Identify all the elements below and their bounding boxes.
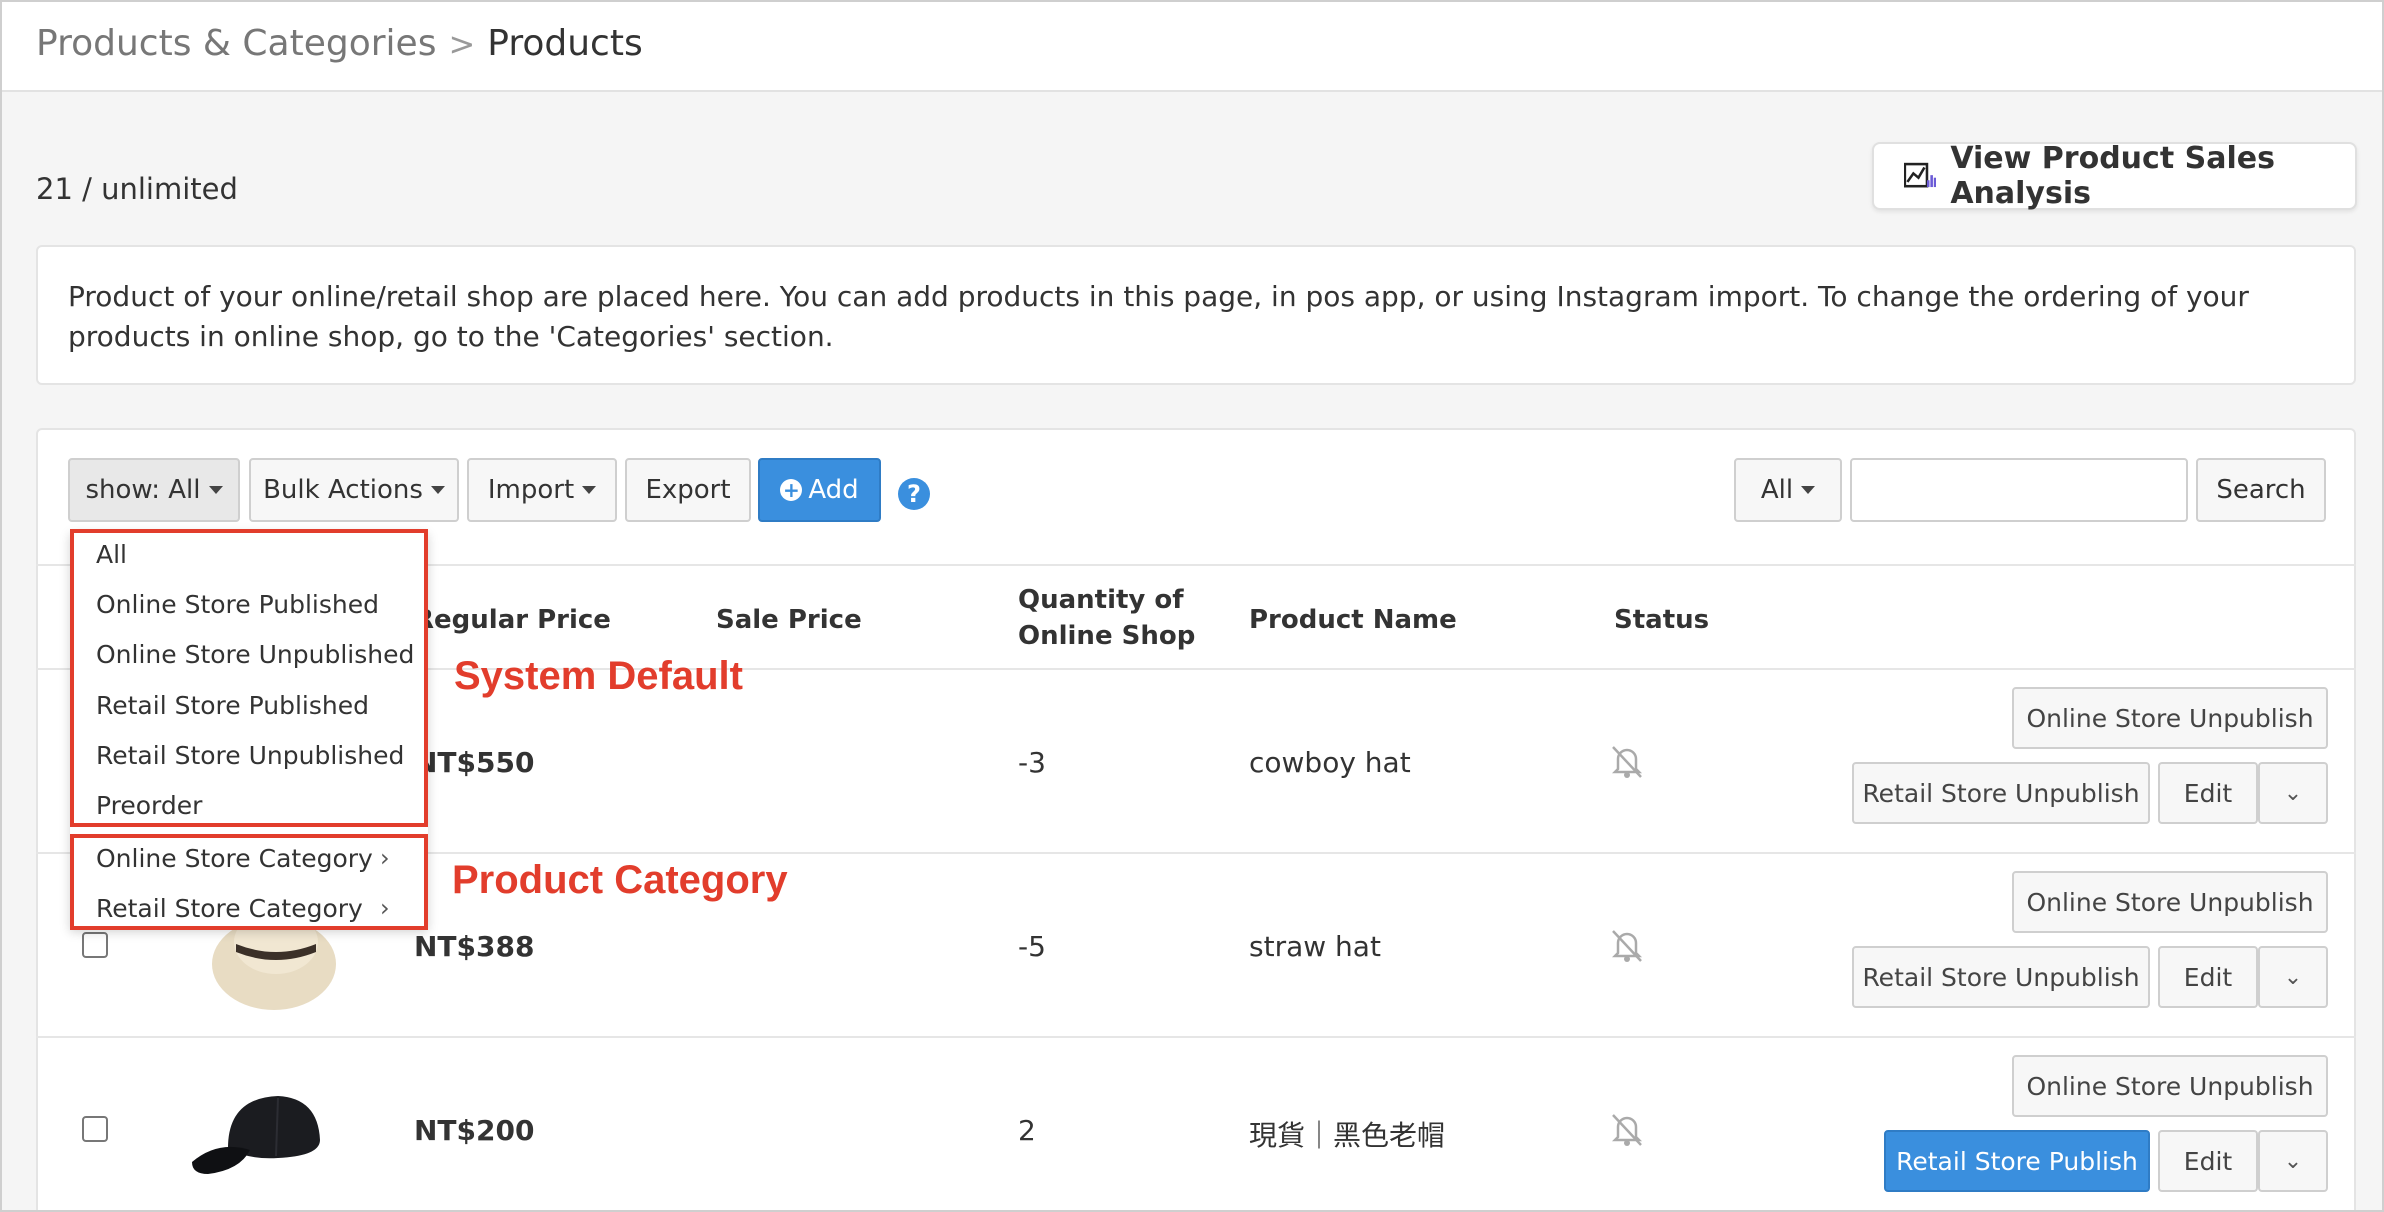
header-sale-price: Sale Price xyxy=(716,605,862,635)
chart-icon xyxy=(1904,162,1937,188)
system-default-annotation: System Default xyxy=(454,654,743,698)
show-filter-button[interactable]: show: All xyxy=(68,458,240,522)
plus-circle-icon: + xyxy=(780,479,803,501)
breadcrumb-parent-link[interactable]: Products & Categories xyxy=(36,23,436,64)
online-store-unpublish-button[interactable]: Online Store Unpublish xyxy=(2012,687,2328,749)
info-text: Product of your online/retail shop are p… xyxy=(68,280,2249,353)
info-panel: Product of your online/retail shop are p… xyxy=(36,245,2356,385)
row-menu-button[interactable]: ⌄ xyxy=(2258,762,2328,824)
menu-item-retail-store-category[interactable]: Retail Store Category xyxy=(96,894,363,923)
bell-slash-icon xyxy=(1611,930,1643,962)
bulk-actions-button[interactable]: Bulk Actions xyxy=(249,458,459,522)
app-frame: Products & Categories > Products 21 / unli… xyxy=(0,0,2384,1212)
menu-item-preorder[interactable]: Preorder xyxy=(96,791,202,820)
quantity: 2 xyxy=(1018,1114,1036,1147)
menu-item-all[interactable]: All xyxy=(96,540,127,569)
menu-item-retail-store-unpublished[interactable]: Retail Store Unpublished xyxy=(96,741,404,770)
page-title: Products xyxy=(487,23,643,64)
view-sales-analysis-label: View Product Sales Analysis xyxy=(1950,141,2275,211)
caret-down-icon xyxy=(430,486,445,494)
chevron-down-icon: ⌄ xyxy=(2283,1148,2303,1174)
caret-down-icon xyxy=(1801,486,1816,494)
export-label: Export xyxy=(645,475,731,505)
retail-store-button-label: Retail Store Publish xyxy=(1896,1146,2138,1176)
retail-store-unpublish-button[interactable]: Retail Store Unpublish xyxy=(1852,762,2150,824)
table-row: NT$200 2 現貨｜黑色老帽 Online Store Unpublish … xyxy=(36,1038,2356,1210)
breadcrumb-separator: > xyxy=(448,25,476,63)
import-button[interactable]: Import xyxy=(467,458,617,522)
product-quota: 21 / unlimited xyxy=(36,172,238,206)
add-product-button[interactable]: + Add xyxy=(758,458,881,522)
search-scope-dropdown[interactable]: All xyxy=(1734,458,1842,522)
show-filter-label: show: All xyxy=(85,475,201,505)
header-quantity-line1: Quantity of xyxy=(1018,585,1184,615)
retail-store-unpublish-button[interactable]: Retail Store Unpublish xyxy=(1852,946,2150,1008)
row-menu-button[interactable]: ⌄ xyxy=(2258,1130,2328,1192)
header-status: Status xyxy=(1614,605,1710,635)
row-checkbox[interactable] xyxy=(82,1116,108,1142)
header-quantity: Quantity of Online Shop xyxy=(1018,582,1195,654)
edit-button[interactable]: Edit xyxy=(2158,1130,2258,1192)
bulk-actions-label: Bulk Actions xyxy=(263,475,423,505)
chevron-right-icon: › xyxy=(380,844,390,872)
online-store-unpublish-button[interactable]: Online Store Unpublish xyxy=(2012,1055,2328,1117)
export-button[interactable]: Export xyxy=(625,458,751,522)
show-filter-dropdown-menu: All Online Store Published Online Store … xyxy=(70,530,428,928)
edit-label: Edit xyxy=(2183,962,2233,992)
row-checkbox[interactable] xyxy=(82,932,108,958)
edit-button[interactable]: Edit xyxy=(2158,946,2258,1008)
chevron-down-icon: ⌄ xyxy=(2283,780,2303,806)
caret-down-icon xyxy=(582,486,597,494)
menu-item-online-store-unpublished[interactable]: Online Store Unpublished xyxy=(96,640,414,669)
retail-store-button-label: Retail Store Unpublish xyxy=(1862,778,2140,808)
view-sales-analysis-button[interactable]: View Product Sales Analysis xyxy=(1872,141,2357,211)
page-header: Products & Categories > Products xyxy=(2,2,2382,92)
retail-store-publish-button[interactable]: Retail Store Publish xyxy=(1884,1130,2150,1192)
product-name: straw hat xyxy=(1249,930,1381,963)
edit-button[interactable]: Edit xyxy=(2158,762,2258,824)
online-store-button-label: Online Store Unpublish xyxy=(2026,1071,2314,1101)
product-name: 現貨｜黑色老帽 xyxy=(1249,1119,1446,1152)
row-menu-button[interactable]: ⌄ xyxy=(2258,946,2328,1008)
search-input[interactable] xyxy=(1850,458,2188,522)
edit-label: Edit xyxy=(2183,1146,2233,1176)
menu-item-online-store-category[interactable]: Online Store Category xyxy=(96,844,373,873)
add-label: Add xyxy=(808,475,859,505)
online-store-button-label: Online Store Unpublish xyxy=(2026,887,2314,917)
caret-down-icon xyxy=(208,486,223,494)
header-product-name: Product Name xyxy=(1249,605,1457,635)
retail-store-button-label: Retail Store Unpublish xyxy=(1862,962,2140,992)
product-name: cowboy hat xyxy=(1249,746,1411,779)
header-quantity-line2: Online Shop xyxy=(1018,621,1196,651)
menu-item-online-store-published[interactable]: Online Store Published xyxy=(96,590,379,619)
regular-price: NT$388 xyxy=(414,930,535,963)
online-store-unpublish-button[interactable]: Online Store Unpublish xyxy=(2012,871,2328,933)
menu-item-retail-store-published[interactable]: Retail Store Published xyxy=(96,691,369,720)
quantity: -5 xyxy=(1018,930,1046,963)
regular-price: NT$200 xyxy=(414,1114,535,1147)
help-question-icon[interactable]: ? xyxy=(898,478,930,510)
product-thumbnail xyxy=(192,1096,320,1174)
online-store-button-label: Online Store Unpublish xyxy=(2026,703,2314,733)
bell-slash-icon xyxy=(1611,746,1643,778)
regular-price: NT$550 xyxy=(414,746,535,779)
chevron-down-icon: ⌄ xyxy=(2283,964,2303,990)
chevron-right-icon: › xyxy=(380,894,390,922)
import-label: Import xyxy=(487,475,575,505)
edit-label: Edit xyxy=(2183,778,2233,808)
product-category-annotation: Product Category xyxy=(452,858,788,902)
bell-slash-icon xyxy=(1611,1114,1643,1146)
breadcrumb: Products & Categories > Products xyxy=(36,20,643,68)
search-button[interactable]: Search xyxy=(2196,458,2326,522)
search-scope-label: All xyxy=(1760,475,1794,505)
header-regular-price: Regular Price xyxy=(414,605,611,635)
search-label: Search xyxy=(2216,475,2306,505)
quantity: -3 xyxy=(1018,746,1046,779)
